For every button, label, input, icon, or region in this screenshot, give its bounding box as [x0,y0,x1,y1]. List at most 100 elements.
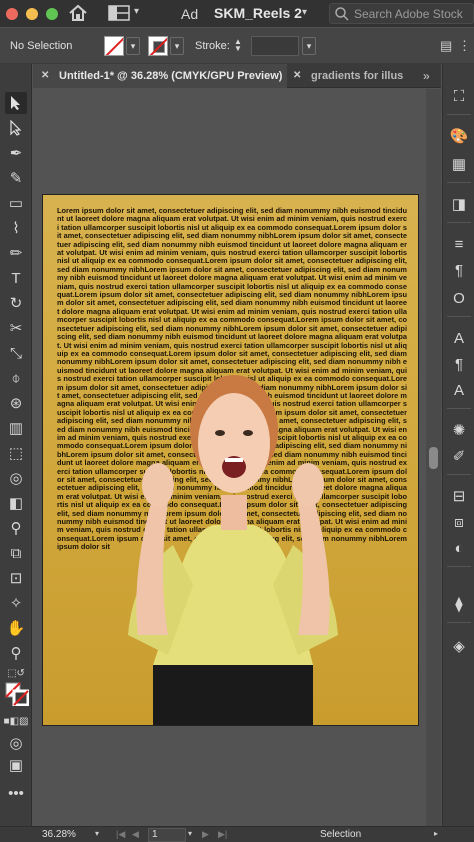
pen-tool-icon[interactable]: ✒ [5,142,27,164]
pencil-tool-icon[interactable]: ✏ [5,242,27,264]
close-icon[interactable]: ✕ [41,64,49,88]
swap-fill-stroke-icon[interactable]: ⬚↺ [2,662,30,684]
chevron-down-icon[interactable]: ▾ [302,7,307,18]
chevron-right-icon[interactable]: ▸ [434,829,438,838]
pathfinder-panel-icon[interactable]: ⧈ [449,512,469,532]
rotate-tool-icon[interactable]: ↻ [5,292,27,314]
stroke-weight-input[interactable] [251,36,299,56]
align-panel-icon[interactable]: ⊟ [449,486,469,506]
fill-swatch[interactable] [104,36,124,56]
character-styles-icon[interactable]: A [449,380,469,400]
more-options-icon[interactable]: ⋮ [458,38,471,54]
close-window-button[interactable] [6,8,18,20]
column-graph-tool-icon[interactable]: ▥ [5,417,27,439]
control-bar: No Selection ▾ ▾ Stroke: ▲ ▼ ▾ ▤ ⋮ [0,28,474,64]
close-icon[interactable]: ✕ [293,64,301,88]
zoom-tool-icon[interactable]: ⚲ [5,642,27,664]
divider [447,182,471,183]
workspace-icon[interactable] [108,5,130,26]
chevron-down-icon[interactable]: ▾ [188,829,192,838]
document-tab-bar: ✕ Untitled-1* @ 36.28% (CMYK/GPU Preview… [33,64,441,88]
symbol-sprayer-tool-icon[interactable]: ⊛ [5,392,27,414]
right-panels-strip: ⛶ 🎨 ▦ ◨ ≡ ¶ O A ¶ A ✺ ✐ ⊟ ⧈ ◐ ⧫ ◈ [442,64,474,826]
tab-untitled-1[interactable]: ✕ Untitled-1* @ 36.28% (CMYK/GPU Preview… [33,64,287,88]
minimize-window-button[interactable] [26,8,38,20]
color-panel-icon[interactable]: 🎨 [449,126,469,146]
smiling-woman-photo[interactable] [113,335,353,726]
brushes-panel-icon[interactable]: ✐ [449,446,469,466]
screen-mode-icon[interactable]: ▣ [5,754,27,776]
paragraph-styles-icon[interactable]: ¶ [449,354,469,374]
maximize-window-button[interactable] [46,8,58,20]
transform-panel-icon[interactable]: ⛶ [449,86,469,106]
type-tool-icon[interactable]: T [5,267,27,289]
status-tool-label[interactable]: Selection [320,829,361,840]
stroke-swatch[interactable] [148,36,168,56]
paintbrush-tool-icon[interactable]: ⌇ [5,217,27,239]
scrollbar-thumb[interactable] [429,447,438,469]
stroke-stepper[interactable]: ▲ ▼ [234,38,242,53]
layers-panel-icon[interactable]: ◈ [449,636,469,656]
next-artboard-icon[interactable]: ▶ [202,829,209,840]
title-bar: ▾ Ad SKM_Reels 2 ▾ Search Adobe Stock [0,0,474,27]
free-transform-tool-icon[interactable]: ⬚ [5,442,27,464]
gradient-panel-icon[interactable]: ◨ [449,194,469,214]
appearance-panel-icon[interactable]: ✺ [449,420,469,440]
document-setup-icon[interactable]: ▤ [440,38,452,54]
eyedropper-tool-icon[interactable]: ⌽ [5,367,27,389]
first-artboard-icon[interactable]: |◀ [116,829,125,840]
eyedropper-icon[interactable]: ⚲ [5,517,27,539]
transparency-panel-icon[interactable]: ◐ [449,538,469,558]
color-mode-icon[interactable]: ■◧▨ [4,710,29,732]
divider [447,474,471,475]
divider [447,222,471,223]
tab-label: Untitled-1* @ 36.28% (CMYK/GPU Preview) [59,70,283,82]
opentype-panel-icon[interactable]: O [449,288,469,308]
search-adobe-stock-input[interactable]: Search Adobe Stock [329,3,474,24]
artboard[interactable]: Lorem ipsum dolor sit amet, consectetuer… [42,194,419,726]
direct-selection-tool-icon[interactable] [5,117,27,139]
artboard-number-field[interactable]: 1 [148,828,186,842]
stroke-panel-icon[interactable]: ≡ [449,234,469,254]
stroke-color-dropdown[interactable]: ▾ [170,37,184,55]
artboard-tool-icon[interactable]: ⊡ [5,567,27,589]
previous-artboard-icon[interactable]: ◀ [132,829,139,840]
chevron-down-icon[interactable]: ▾ [95,829,99,838]
home-icon[interactable] [68,4,88,27]
divider [447,566,471,567]
search-icon [334,6,350,27]
swatches-panel-icon[interactable]: ▦ [449,154,469,174]
character-panel-icon[interactable]: A [449,328,469,348]
last-artboard-icon[interactable]: ▶| [218,829,227,840]
scale-tool-icon[interactable]: ⤡ [5,342,27,364]
more-tools-icon[interactable]: ••• [5,782,27,804]
gradient-tool-icon[interactable]: ◧ [5,492,27,514]
slice-tool-icon[interactable]: ✧ [5,592,27,614]
scissors-tool-icon[interactable]: ✂ [5,317,27,339]
draw-mode-icon[interactable]: ◎ [5,732,27,754]
search-placeholder: Search Adobe Stock [354,7,463,21]
fill-dropdown[interactable]: ▾ [126,37,140,55]
libraries-panel-icon[interactable]: ⧫ [449,594,469,614]
document-title[interactable]: SKM_Reels 2 [214,5,302,21]
chevron-down-icon[interactable]: ▾ [134,6,139,17]
tab-overflow-icon[interactable]: » [423,64,430,88]
paragraph-panel-icon[interactable]: ¶ [449,260,469,280]
curvature-tool-icon[interactable]: ✎ [5,167,27,189]
stroke-weight-dropdown[interactable]: ▾ [302,37,316,55]
rectangle-tool-icon[interactable]: ▭ [5,192,27,214]
fill-stroke-indicator[interactable] [5,682,29,706]
selection-tool-icon[interactable] [5,92,27,114]
vertical-scrollbar[interactable] [426,89,441,826]
status-bar: 36.28% ▾ |◀ ◀ 1 ▾ ▶ ▶| Selection ▸ [0,826,474,842]
shape-builder-tool-icon[interactable]: ◎ [5,467,27,489]
blend-tool-icon[interactable]: ⧉ [5,542,27,564]
stroke-label: Stroke: [195,40,230,52]
illustrator-window: ▾ Ad SKM_Reels 2 ▾ Search Adobe Stock No… [0,0,474,842]
hand-tool-icon[interactable]: ✋ [5,617,27,639]
tab-gradients-for-illus[interactable]: ✕ gradients for illus [289,64,421,88]
divider [447,408,471,409]
zoom-level[interactable]: 36.28% [42,829,76,840]
divider [447,114,471,115]
tab-label: gradients for illus [311,70,404,82]
